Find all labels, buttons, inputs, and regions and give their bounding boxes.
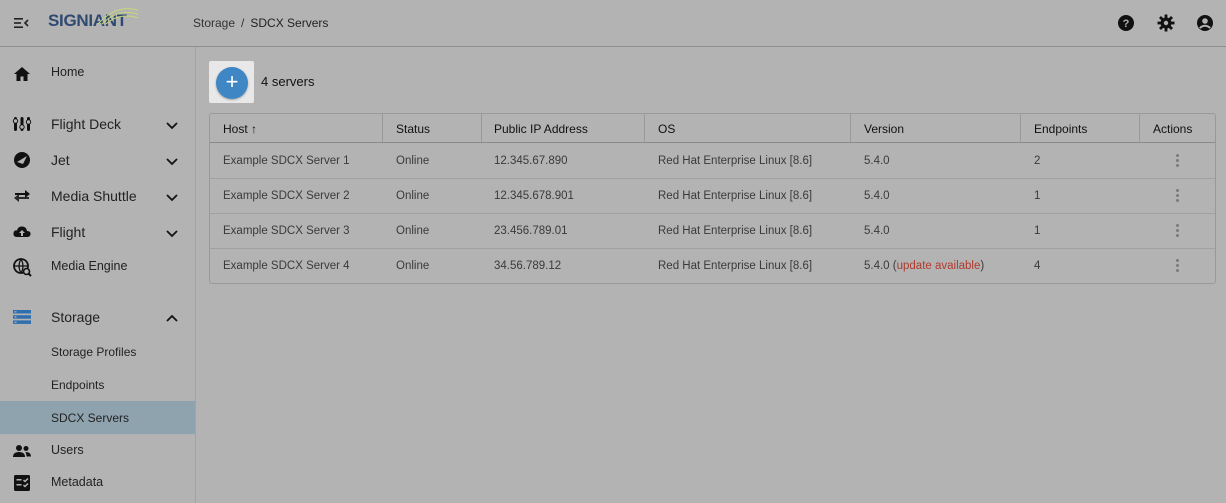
server-count: 4 servers — [261, 74, 315, 89]
table-row[interactable]: Example SDCX Server 3 Online 23.456.789.… — [210, 213, 1215, 249]
sidebar-subitem-endpoints[interactable]: Endpoints — [0, 369, 195, 401]
sidebar-item-label: Home — [51, 65, 85, 79]
sidebar-item-label: Endpoints — [51, 378, 105, 392]
sidebar-subitem-sdcx-servers[interactable]: SDCX Servers — [0, 401, 195, 434]
chevron-down-icon[interactable] — [165, 190, 179, 204]
top-bar: SIGNIANT Storage / SDCX Servers ? — [0, 0, 1226, 47]
sidebar-item-metadata[interactable]: Metadata — [0, 467, 195, 499]
chevron-up-icon[interactable] — [165, 311, 179, 325]
cell-ip: 34.56.789.12 — [494, 260, 562, 272]
account-icon[interactable] — [1196, 14, 1214, 32]
cell-version: 5.4.0 — [864, 155, 890, 167]
row-actions-menu-icon[interactable] — [1176, 189, 1180, 203]
breadcrumb-separator: / — [241, 16, 245, 30]
cell-endpoints: 1 — [1034, 225, 1041, 237]
row-actions-menu-icon[interactable] — [1176, 224, 1180, 238]
menu-collapse-icon[interactable] — [13, 15, 29, 31]
cell-ip: 12.345.678.901 — [494, 190, 574, 202]
cell-host: Example SDCX Server 4 — [223, 260, 350, 272]
sidebar-item-flight[interactable]: Flight — [0, 215, 195, 249]
sidebar-item-media-shuttle[interactable]: Media Shuttle — [0, 179, 195, 213]
cell-status: Online — [396, 155, 430, 167]
column-header-version[interactable]: Version — [864, 122, 904, 136]
cell-host: Example SDCX Server 3 — [223, 225, 350, 237]
column-header-public-ip[interactable]: Public IP Address — [494, 122, 588, 136]
flight-deck-icon — [12, 117, 32, 131]
sidebar-item-label: Storage — [51, 309, 101, 325]
breadcrumb: Storage / SDCX Servers — [193, 16, 328, 30]
media-shuttle-icon — [14, 190, 30, 202]
column-header-actions: Actions — [1153, 122, 1193, 136]
sidebar-item-storage[interactable]: Storage — [0, 300, 195, 334]
sidebar-item-users[interactable]: Users — [0, 435, 195, 467]
media-engine-icon — [13, 258, 32, 277]
cell-endpoints: 1 — [1034, 190, 1041, 202]
users-icon — [13, 445, 31, 457]
sidebar-item-jet[interactable]: Jet — [0, 143, 195, 177]
row-actions-menu-icon[interactable] — [1176, 259, 1180, 273]
chevron-down-icon[interactable] — [165, 154, 179, 168]
sidebar-item-media-engine[interactable]: Media Engine — [0, 251, 195, 283]
sidebar-subitem-storage-profiles[interactable]: Storage Profiles — [0, 336, 195, 368]
cell-host: Example SDCX Server 1 — [223, 155, 350, 167]
sidebar-item-label: Metadata — [51, 475, 104, 489]
sidebar-nav: Home Flight Deck Jet Media Shuttle Fligh… — [0, 47, 196, 503]
sidebar-item-label: Flight — [51, 224, 86, 240]
update-available-link[interactable]: update available — [897, 260, 981, 272]
sidebar-item-flight-deck[interactable]: Flight Deck — [0, 107, 195, 141]
cell-os: Red Hat Enterprise Linux [8.6] — [658, 225, 813, 237]
column-header-host[interactable]: Host ↑ — [223, 122, 257, 136]
cell-os: Red Hat Enterprise Linux [8.6] — [658, 260, 813, 272]
help-icon[interactable]: ? — [1117, 14, 1135, 32]
settings-gear-icon[interactable] — [1157, 14, 1175, 32]
logo-mark-icon — [97, 8, 139, 25]
cell-os: Red Hat Enterprise Linux [8.6] — [658, 190, 813, 202]
plus-icon: + — [225, 69, 239, 94]
table-row[interactable]: Example SDCX Server 4 Online 34.56.789.1… — [210, 248, 1215, 283]
add-server-highlight: + — [209, 61, 254, 103]
sidebar-item-label: Jet — [51, 152, 70, 168]
cell-host: Example SDCX Server 2 — [223, 190, 350, 202]
breadcrumb-parent[interactable]: Storage — [193, 16, 235, 30]
cell-status: Online — [396, 190, 430, 202]
chevron-down-icon[interactable] — [165, 226, 179, 240]
sidebar-item-home[interactable]: Home — [0, 57, 195, 89]
table-row[interactable]: Example SDCX Server 1 Online 12.345.67.8… — [210, 143, 1215, 179]
cell-version: 5.4.0 (update available) — [864, 260, 985, 272]
home-icon — [14, 67, 30, 81]
cell-status: Online — [396, 260, 430, 272]
sidebar-item-label: Media Engine — [51, 259, 128, 273]
sidebar-item-label: Flight Deck — [51, 116, 122, 132]
sidebar-item-label: Media Shuttle — [51, 188, 137, 204]
cell-endpoints: 2 — [1034, 155, 1041, 167]
column-header-status[interactable]: Status — [396, 122, 430, 136]
servers-table: Host ↑ Status Public IP Address OS Versi… — [209, 113, 1216, 284]
jet-icon — [14, 152, 30, 168]
cell-version: 5.4.0 — [864, 190, 890, 202]
svg-text:?: ? — [1123, 18, 1130, 30]
column-header-endpoints[interactable]: Endpoints — [1034, 122, 1087, 136]
table-row[interactable]: Example SDCX Server 2 Online 12.345.678.… — [210, 178, 1215, 214]
cell-os: Red Hat Enterprise Linux [8.6] — [658, 155, 813, 167]
cloud-upload-icon — [13, 226, 31, 237]
storage-icon — [13, 310, 31, 324]
main-content: + 4 servers Host ↑ Status Public IP Addr… — [196, 47, 1226, 503]
sidebar-item-label: SDCX Servers — [51, 411, 130, 425]
breadcrumb-current: SDCX Servers — [250, 16, 329, 30]
chevron-down-icon[interactable] — [165, 118, 179, 132]
column-header-os[interactable]: OS — [658, 122, 675, 136]
table-header: Host ↑ Status Public IP Address OS Versi… — [210, 114, 1215, 143]
add-server-button[interactable]: + — [216, 67, 248, 99]
cell-endpoints: 4 — [1034, 260, 1041, 272]
sidebar-item-label: Users — [51, 443, 84, 457]
row-actions-menu-icon[interactable] — [1176, 154, 1180, 168]
metadata-icon — [14, 475, 30, 491]
sidebar-item-label: Storage Profiles — [51, 345, 137, 359]
cell-version: 5.4.0 — [864, 225, 890, 237]
sort-ascending-icon: ↑ — [251, 122, 258, 136]
cell-status: Online — [396, 225, 430, 237]
cell-ip: 12.345.67.890 — [494, 155, 568, 167]
cell-ip: 23.456.789.01 — [494, 225, 568, 237]
